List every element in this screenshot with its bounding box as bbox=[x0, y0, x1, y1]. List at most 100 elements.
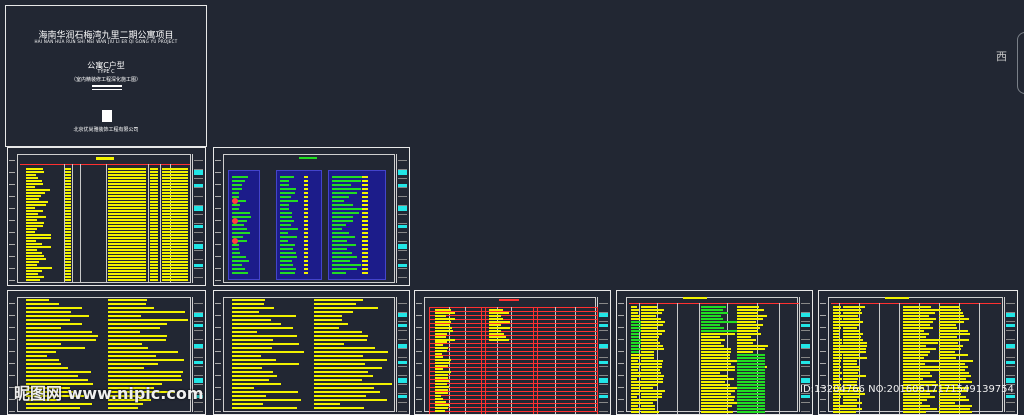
table-cell bbox=[903, 336, 926, 338]
table-cell bbox=[631, 387, 640, 389]
margin-tick bbox=[215, 184, 221, 185]
title-block-rule bbox=[194, 339, 203, 340]
table-row-text bbox=[26, 273, 38, 275]
margin-tick bbox=[9, 196, 15, 197]
table-text bbox=[435, 383, 447, 385]
title-block-rule bbox=[398, 330, 407, 331]
title-block-rule bbox=[1006, 357, 1015, 358]
note-line bbox=[108, 327, 160, 329]
note-line bbox=[26, 335, 98, 337]
legend-text bbox=[280, 196, 291, 198]
drawing-sheet-schedule[interactable] bbox=[414, 290, 611, 415]
table-cell bbox=[108, 243, 146, 245]
table-cell bbox=[150, 243, 158, 245]
margin-tick bbox=[215, 196, 221, 197]
note-line bbox=[232, 375, 277, 377]
legend-text bbox=[304, 264, 308, 266]
drawing-sheet-legend[interactable] bbox=[213, 147, 410, 286]
table-cell bbox=[65, 180, 71, 182]
table-cell bbox=[65, 213, 71, 215]
legend-text bbox=[362, 260, 368, 262]
table-cell bbox=[108, 195, 146, 197]
table-cell bbox=[108, 255, 146, 257]
margin-tick bbox=[618, 387, 624, 388]
legend-text bbox=[362, 208, 368, 210]
legend-symbol bbox=[232, 188, 242, 190]
table-cell bbox=[641, 321, 665, 323]
table-text bbox=[435, 353, 442, 355]
table-row-text bbox=[26, 192, 45, 194]
table-cell bbox=[150, 255, 158, 257]
watermark-id: ID:13204766 NO:20160617171549139754 bbox=[800, 384, 1014, 395]
title-block-rule bbox=[1006, 411, 1015, 412]
title-underline bbox=[92, 85, 122, 87]
table-cell bbox=[65, 246, 71, 248]
table-cell bbox=[65, 174, 71, 176]
table-cell bbox=[162, 255, 188, 257]
legend-text bbox=[332, 264, 361, 266]
table-header-line bbox=[20, 164, 190, 165]
table-row bbox=[429, 367, 597, 368]
table-text bbox=[489, 339, 509, 341]
title-block-rule bbox=[1006, 303, 1015, 304]
title-block-rule bbox=[398, 402, 407, 403]
legend-text bbox=[332, 176, 362, 178]
legend-text bbox=[332, 240, 347, 242]
table-cell bbox=[833, 336, 840, 338]
table-cell bbox=[939, 339, 969, 341]
table-cell bbox=[162, 279, 188, 281]
table-text bbox=[435, 371, 451, 373]
title-block-cyan bbox=[599, 361, 608, 364]
table-cell bbox=[843, 330, 860, 332]
legend-text bbox=[280, 260, 292, 262]
viewcube-west-label[interactable]: 西 bbox=[996, 48, 1007, 64]
note-line bbox=[232, 331, 257, 333]
legend-text bbox=[280, 236, 297, 238]
drawing-sheet-table-1[interactable] bbox=[616, 290, 813, 415]
cover-sheet[interactable]: 海南华润石梅湾九里二期公寓项目 HAI NAN HUA RUN SHI MEI … bbox=[5, 5, 207, 147]
drawing-sheet-notes-2[interactable] bbox=[213, 290, 410, 415]
drawing-sheet-table-2[interactable] bbox=[818, 290, 1018, 415]
table-cell bbox=[939, 369, 965, 371]
title-block-rule bbox=[194, 169, 203, 170]
table-cell bbox=[939, 375, 971, 377]
legend-symbol bbox=[232, 256, 246, 258]
table-cell bbox=[162, 228, 188, 230]
table-cell bbox=[631, 336, 639, 338]
margin-tick bbox=[820, 351, 826, 352]
table-cell bbox=[833, 396, 841, 398]
table-cell bbox=[108, 246, 146, 248]
table-cell bbox=[65, 210, 71, 212]
legend-text bbox=[332, 204, 353, 206]
legend-text bbox=[332, 180, 361, 182]
legend-text bbox=[304, 252, 308, 254]
margin-tick bbox=[416, 411, 422, 412]
drawing-sheet-material-list[interactable] bbox=[7, 147, 206, 286]
table-cell bbox=[903, 375, 932, 377]
table-cell bbox=[939, 372, 969, 374]
viewcube-ring[interactable] bbox=[1017, 32, 1024, 94]
table-cell bbox=[65, 267, 71, 269]
title-block-rule bbox=[599, 357, 608, 358]
table-cell bbox=[701, 357, 730, 359]
table-row bbox=[429, 403, 597, 404]
table-row bbox=[429, 363, 597, 364]
table-cell bbox=[737, 405, 765, 407]
table-cell bbox=[150, 276, 158, 278]
table-cell bbox=[108, 174, 146, 176]
table-cell bbox=[65, 234, 71, 236]
margin-tick bbox=[215, 303, 221, 304]
table-cell bbox=[162, 204, 188, 206]
table-cell bbox=[833, 327, 841, 329]
note-line bbox=[232, 335, 297, 337]
table-cell bbox=[939, 327, 957, 329]
table-cell bbox=[903, 333, 929, 335]
cad-viewport[interactable]: { "cover": { "title_cn": "海南华润石梅湾九里二期公寓项… bbox=[0, 0, 1024, 415]
table-cell bbox=[843, 366, 860, 368]
table-row bbox=[429, 371, 597, 372]
title-block bbox=[396, 154, 408, 283]
table-cell bbox=[939, 396, 966, 398]
legend-text bbox=[280, 248, 293, 250]
margin-tick bbox=[215, 220, 221, 221]
note-line bbox=[26, 371, 91, 373]
